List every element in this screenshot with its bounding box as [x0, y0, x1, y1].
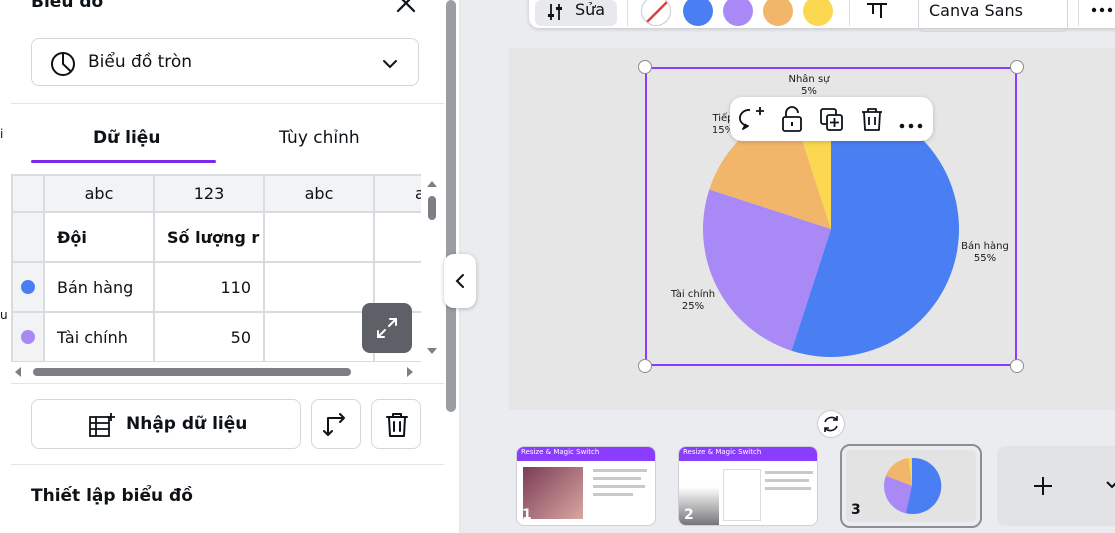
- divider: [11, 383, 444, 384]
- page-number: 2: [684, 507, 694, 523]
- table-cell-value[interactable]: 110: [155, 263, 265, 313]
- duplicate-icon[interactable]: [819, 107, 845, 137]
- table-cell-label[interactable]: Tài chính: [45, 313, 155, 362]
- color-swatch[interactable]: [763, 0, 793, 26]
- comment-icon[interactable]: [738, 106, 766, 136]
- column-type-cell[interactable]: abc: [265, 176, 375, 213]
- divider: [11, 103, 444, 104]
- delete-data-button[interactable]: [371, 399, 421, 449]
- column-type-cell[interactable]: 123: [155, 176, 265, 213]
- plus-icon: [1034, 477, 1052, 495]
- rotate-button[interactable]: [817, 410, 845, 438]
- edit-button[interactable]: Sửa: [535, 0, 617, 26]
- table-add-icon: [88, 412, 116, 442]
- toolbar-divider: [627, 0, 628, 26]
- table-cell[interactable]: [265, 213, 375, 263]
- trash-icon[interactable]: [859, 106, 885, 136]
- active-tab-indicator: [31, 160, 216, 163]
- chart-setup-title: Thiết lập biểu đồ: [31, 486, 193, 506]
- page-number: 1: [522, 507, 532, 523]
- expand-table-button[interactable]: [362, 303, 412, 353]
- tab-data[interactable]: Dữ liệu: [93, 128, 160, 148]
- table-cell[interactable]: [375, 213, 421, 263]
- import-data-button[interactable]: Nhập dữ liệu: [31, 399, 301, 449]
- trash-icon: [386, 413, 408, 437]
- chevron-down-icon: [1106, 481, 1115, 489]
- edit-label: Sửa: [575, 0, 606, 19]
- page-thumbnail-3-selected[interactable]: 3: [840, 444, 982, 528]
- lock-icon[interactable]: [780, 105, 804, 137]
- font-name: Canva Sans: [929, 1, 1023, 20]
- resize-handle[interactable]: [638, 60, 652, 74]
- chevron-down-icon: [382, 55, 398, 74]
- pie-chart-icon: [50, 51, 76, 81]
- table-cell[interactable]: [265, 263, 375, 313]
- row-color-cell[interactable]: [11, 313, 45, 362]
- panel-title: Biểu đồ: [31, 0, 104, 12]
- page-number: 3: [851, 502, 861, 518]
- table-cell-value[interactable]: 50: [155, 313, 265, 362]
- table-vertical-scrollbar[interactable]: [425, 178, 439, 358]
- divider: [11, 464, 444, 465]
- page-thumbnail-1[interactable]: Resize & Magic Switch 1: [516, 446, 656, 526]
- resize-handle[interactable]: [1010, 359, 1024, 373]
- table-horizontal-scrollbar[interactable]: [11, 364, 421, 380]
- more-options-icon[interactable]: [899, 115, 923, 134]
- thumbnail-title: Resize & Magic Switch: [521, 448, 600, 456]
- add-page-button[interactable]: [997, 446, 1115, 526]
- series-color-dot: [21, 330, 35, 344]
- thumbnail-title: Resize & Magic Switch: [683, 448, 762, 456]
- row-color-cell[interactable]: [11, 263, 45, 313]
- more-options-icon[interactable]: [1091, 0, 1113, 19]
- column-type-cell[interactable]: abc: [45, 176, 155, 213]
- header-cell-count[interactable]: Số lượng r: [155, 213, 265, 263]
- font-family-select[interactable]: Canva Sans: [918, 0, 1068, 32]
- close-icon[interactable]: [393, 0, 419, 16]
- header-cell-team[interactable]: Đội: [45, 213, 155, 263]
- rotate-icon: [824, 416, 838, 432]
- series-color-dot: [21, 280, 35, 294]
- side-label: i: [0, 127, 4, 141]
- table-cell-label[interactable]: Bán hàng: [45, 263, 155, 313]
- tab-customize[interactable]: Tùy chỉnh: [279, 128, 360, 148]
- collapse-panel-button[interactable]: [444, 254, 476, 308]
- color-swatch[interactable]: [803, 0, 833, 26]
- row-marker-cell: [11, 213, 45, 263]
- corner-cell: [11, 176, 45, 213]
- swap-axes-button[interactable]: [311, 399, 361, 449]
- page-thumbnail-2[interactable]: Resize & Magic Switch 2: [678, 446, 818, 526]
- data-table: abc 123 abc a Đội Số lượng r Bán hàng 11…: [11, 174, 421, 362]
- import-data-label: Nhập dữ liệu: [126, 414, 248, 434]
- expand-icon: [377, 318, 397, 338]
- side-label: u: [0, 308, 8, 322]
- toolbar-divider: [849, 0, 850, 26]
- panel-scrollbar[interactable]: [446, 0, 456, 412]
- toolbar-divider: [1078, 0, 1079, 26]
- chevron-left-icon: [455, 274, 464, 288]
- top-toolbar: Sửa Canva Sans: [529, 0, 1115, 32]
- swap-icon: [323, 413, 345, 436]
- color-swatch[interactable]: [683, 0, 713, 26]
- column-type-cell[interactable]: a: [375, 176, 421, 213]
- table-cell[interactable]: [265, 313, 375, 362]
- chart-type-label: Biểu đồ tròn: [88, 52, 193, 72]
- position-icon[interactable]: [865, 2, 889, 28]
- thumbnail-pie: [884, 457, 942, 514]
- color-swatch[interactable]: [723, 0, 753, 26]
- resize-handle[interactable]: [1010, 60, 1024, 74]
- element-context-toolbar: [730, 97, 933, 141]
- resize-handle[interactable]: [638, 359, 652, 373]
- chart-edit-panel: Biểu đồ Biểu đồ tròn Dữ liệu Tùy chỉnh a…: [11, 0, 444, 533]
- no-color-swatch[interactable]: [641, 0, 671, 26]
- chart-type-select[interactable]: Biểu đồ tròn: [31, 38, 419, 86]
- sliders-icon: [548, 4, 562, 20]
